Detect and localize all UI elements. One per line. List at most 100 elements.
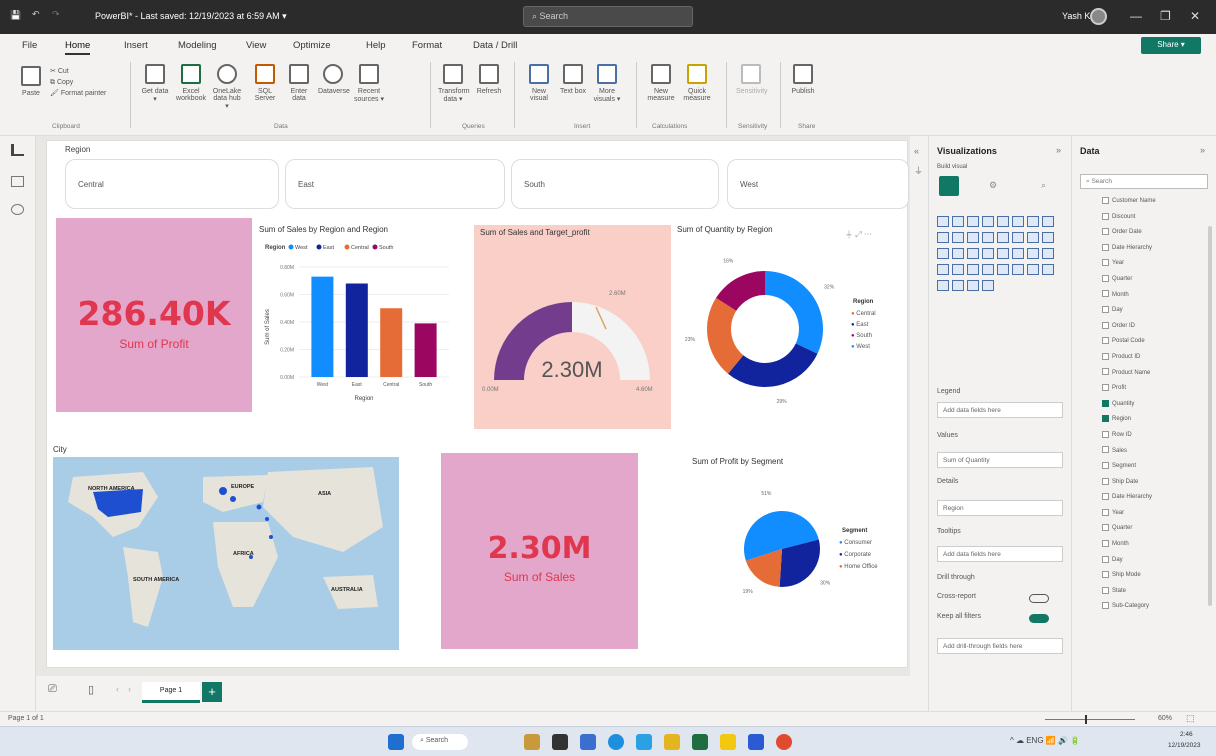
field-checkbox[interactable]	[1102, 524, 1109, 532]
bar[interactable]	[414, 323, 437, 377]
recent-sources-button[interactable]: Recent sources ▾	[354, 64, 384, 103]
field-item[interactable]: Date Hierarchy	[1102, 241, 1212, 257]
field-checkbox[interactable]	[1102, 602, 1109, 610]
field-checkbox[interactable]	[1102, 228, 1109, 236]
field-item[interactable]: Row ID	[1102, 428, 1212, 444]
taskview-icon[interactable]	[552, 734, 568, 750]
excel-button[interactable]: Excel workbook	[176, 64, 206, 102]
publish-button[interactable]: Publish	[788, 64, 818, 95]
field-checkbox[interactable]	[1102, 586, 1109, 594]
field-item[interactable]: Date Hierarchy	[1102, 490, 1212, 506]
menu-format[interactable]: Format	[412, 40, 442, 51]
map-point[interactable]	[230, 496, 236, 502]
field-checkbox[interactable]	[1102, 477, 1109, 485]
details-well[interactable]: Region	[937, 500, 1063, 516]
slicer-east[interactable]: East	[285, 159, 505, 209]
field-item[interactable]: Ship Date	[1102, 475, 1212, 491]
enter-data-button[interactable]: Enter data	[284, 64, 314, 102]
field-item[interactable]: Year	[1102, 506, 1212, 522]
slicer-west[interactable]: West	[727, 159, 909, 209]
field-checkbox[interactable]	[1102, 259, 1109, 267]
add-page-button[interactable]: +	[202, 682, 222, 702]
avatar[interactable]	[1090, 8, 1107, 25]
field-checkbox[interactable]	[1102, 243, 1109, 251]
report-view-icon[interactable]	[11, 144, 24, 156]
menu-data-drill[interactable]: Data / Drill	[473, 40, 517, 51]
widgets-icon[interactable]	[524, 734, 540, 750]
profit-card[interactable]: 286.40K Sum of Profit	[56, 218, 252, 412]
minimize-icon[interactable]: —	[1130, 9, 1142, 23]
more-visuals-button[interactable]: More visuals ▾	[592, 64, 622, 103]
field-item[interactable]: Year	[1102, 256, 1212, 272]
sensitivity-button[interactable]: Sensitivity	[736, 64, 768, 95]
field-checkbox[interactable]	[1102, 337, 1109, 345]
map-point[interactable]	[269, 535, 273, 539]
visual-type-grid[interactable]	[937, 216, 1062, 296]
maximize-icon[interactable]: ❐	[1160, 9, 1171, 23]
prev-page-icon[interactable]: ‹	[116, 684, 119, 694]
menu-modeling[interactable]: Modeling	[178, 40, 217, 51]
slice[interactable]	[765, 271, 823, 354]
legend-item[interactable]: ● Home Office	[839, 561, 878, 573]
field-checkbox[interactable]	[1102, 555, 1109, 563]
format-visual-icon[interactable]: ⚙	[989, 180, 997, 191]
onelake-button[interactable]: OneLake data hub ▾	[212, 64, 242, 110]
field-item[interactable]: Quantity	[1102, 397, 1212, 413]
powerbi-icon[interactable]	[720, 734, 736, 750]
keep-filters-toggle[interactable]	[1029, 614, 1049, 623]
field-checkbox[interactable]	[1102, 571, 1109, 579]
legend-well[interactable]: Add data fields here	[937, 402, 1063, 418]
map-visual[interactable]: NORTH AMERICA EUROPE ASIA AFRICA SOUTH A…	[53, 457, 399, 650]
field-checkbox[interactable]	[1102, 352, 1109, 360]
field-checkbox[interactable]	[1102, 508, 1109, 516]
folder-icon[interactable]	[664, 734, 680, 750]
chrome-icon[interactable]	[776, 734, 792, 750]
bar[interactable]	[380, 308, 403, 377]
field-checkbox[interactable]	[1102, 196, 1109, 204]
legend-item[interactable]: ● West	[851, 342, 876, 353]
tray-icons[interactable]: ^ ☁ ENG 📶 🔊 🔋	[1010, 736, 1080, 745]
bar[interactable]	[345, 283, 368, 378]
start-icon[interactable]	[388, 734, 404, 750]
window-title[interactable]: PowerBI* - Last saved: 12/19/2023 at 6:5…	[95, 11, 287, 22]
field-checkbox[interactable]	[1102, 399, 1109, 407]
sales-card[interactable]: 2.30M Sum of Sales	[441, 453, 638, 649]
filters-pane-collapsed[interactable]: « ⏚	[910, 136, 928, 711]
menu-help[interactable]: Help	[366, 40, 386, 51]
undo-icon[interactable]: ↶	[32, 9, 40, 20]
data-search-input[interactable]: ⌕ Search	[1080, 174, 1208, 189]
field-checkbox[interactable]	[1102, 384, 1109, 392]
store-icon[interactable]	[636, 734, 652, 750]
field-checkbox[interactable]	[1102, 539, 1109, 547]
teams-icon[interactable]	[748, 734, 764, 750]
get-data-button[interactable]: Get data ▾	[140, 64, 170, 103]
cut-button[interactable]: ✂ Cut	[50, 66, 106, 77]
field-item[interactable]: Month	[1102, 288, 1212, 304]
field-item[interactable]: Customer Name	[1102, 194, 1212, 210]
field-checkbox[interactable]	[1102, 212, 1109, 220]
save-icon[interactable]: 💾	[10, 10, 21, 21]
field-checkbox[interactable]	[1102, 306, 1109, 314]
donut-visual[interactable]: Sum of Quantity by Region ⏚ ⤢ ⋯ Region 3…	[677, 225, 905, 425]
map-point[interactable]	[256, 504, 262, 510]
next-page-icon[interactable]: ›	[128, 684, 131, 694]
refresh-button[interactable]: Refresh	[474, 64, 504, 95]
slice[interactable]	[728, 343, 818, 387]
drill-through-well[interactable]: Add drill-through fields here	[937, 638, 1063, 654]
legend-item[interactable]: ● Central	[851, 309, 876, 320]
mobile-layout-icon[interactable]: ▯	[88, 683, 94, 696]
field-item[interactable]: Product Name	[1102, 366, 1212, 382]
legend-item[interactable]: ● Consumer	[839, 537, 878, 549]
values-well[interactable]: Sum of Quantity	[937, 452, 1063, 468]
close-icon[interactable]: ✕	[1190, 9, 1200, 23]
page-tab[interactable]: Page 1	[142, 682, 200, 703]
field-item[interactable]: Order Date	[1102, 225, 1212, 241]
field-item[interactable]: Day	[1102, 553, 1212, 569]
slicer-central[interactable]: Central	[65, 159, 279, 209]
model-view-icon[interactable]	[11, 204, 24, 215]
menu-optimize[interactable]: Optimize	[293, 40, 330, 51]
legend-item[interactable]: ● East	[851, 320, 876, 331]
fit-page-icon[interactable]: ⬚	[1186, 713, 1195, 724]
field-item[interactable]: Sales	[1102, 444, 1212, 460]
field-item[interactable]: Day	[1102, 303, 1212, 319]
